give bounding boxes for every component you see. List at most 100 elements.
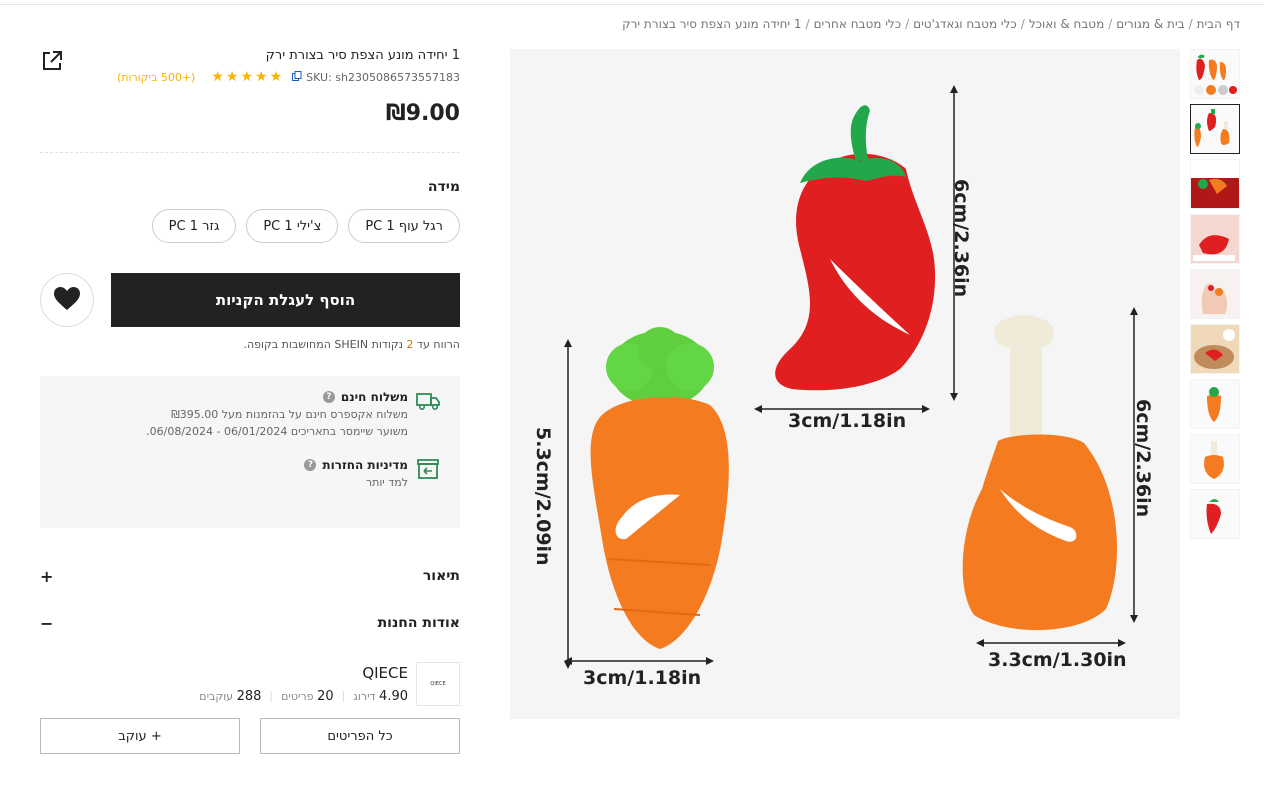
store-followers: 288 עוקבים	[199, 689, 261, 704]
store-followers-value: 288	[236, 689, 262, 704]
store-name[interactable]: QIECE	[362, 664, 408, 682]
breadcrumb: דף הבית / בית & מגורים / מטבח & ואוכל / כלי…	[622, 17, 1240, 31]
chili-product	[775, 105, 936, 391]
wishlist-button[interactable]	[40, 273, 94, 327]
learn-more-link[interactable]: למד יותר	[304, 476, 408, 489]
store-card: QIECE QIECE 4.90 דירוג | 20 פריטים | 288…	[40, 662, 460, 708]
points-suffix: נקודות SHEIN המחושבות בקופה.	[243, 338, 404, 351]
store-items: 20 פריטים	[281, 689, 333, 704]
follow-button[interactable]: + עוקב	[40, 718, 240, 754]
store-items-label: פריטים	[281, 690, 314, 703]
accordion-description[interactable]: תיאור +	[40, 564, 460, 588]
all-items-button[interactable]: כל הפריטים	[260, 718, 460, 754]
thumbnail-8[interactable]	[1190, 434, 1240, 484]
drumstick-width-label: 3.3cm/1.30in	[988, 649, 1127, 671]
sku: SKU: sh2305086573557183	[292, 70, 460, 84]
breadcrumb-separator: /	[1020, 17, 1025, 31]
sku-text: SKU: sh2305086573557183	[306, 70, 460, 84]
accordion-description-label: תיאור	[422, 568, 460, 584]
thumbnail-4[interactable]	[1190, 214, 1240, 264]
store-followers-label: עוקבים	[199, 690, 234, 703]
product-title: 1 יחידה מונע הצפת סיר בצורת ירק	[265, 48, 460, 63]
main-product-image[interactable]: 6cm/2.36in 3cm/1.18in 5.3cm/2.09in 3cm/1…	[510, 49, 1180, 719]
accordion-about-store[interactable]: אודות החנות −	[40, 611, 460, 635]
star-icon: ★	[225, 69, 239, 85]
header-divider	[0, 4, 1264, 5]
return-policy-title: מדיניות החזרות ?	[304, 458, 408, 472]
size-option-chicken-leg[interactable]: רגל עוף 1 PC	[348, 209, 460, 243]
free-shipping: משלוח חינם ? משלוח אקספרס חינם על בהזמנו…	[146, 390, 440, 438]
free-shipping-threshold: משלוח אקספרס חינם על בהזמנות מעל ₪395.00	[171, 408, 408, 421]
store-actions: כל הפריטים + עוקב	[40, 718, 460, 754]
estimated-delivery: משוער שיימסר בתאריכים 06/01/2024 - 06/08…	[146, 425, 408, 438]
shein-points: הרווח עד 2 נקודות SHEIN המחושבות בקופה.	[243, 338, 460, 351]
breadcrumb-separator: /	[1108, 17, 1113, 31]
star-icon: ★	[269, 69, 283, 85]
return-policy: מדיניות החזרות ? למד יותר	[304, 458, 440, 489]
breadcrumb-separator: /	[805, 17, 810, 31]
stats-divider: |	[341, 689, 346, 702]
product-price: ₪9.00	[385, 101, 460, 126]
reviews-link[interactable]: (+500 ביקורות)	[117, 71, 195, 84]
chili-width-label: 3cm/1.18in	[788, 410, 907, 432]
truck-icon	[416, 390, 440, 412]
cart-actions: הוסף לעגלת הקניות	[40, 273, 460, 329]
star-icon: ★	[240, 69, 254, 85]
thumbnail-2[interactable]	[1190, 104, 1240, 154]
share-icon[interactable]	[40, 49, 64, 73]
product-info-panel: 1 יחידה מונע הצפת סיר בצורת ירק SKU: sh2…	[40, 44, 460, 754]
shipping-info-box: משלוח חינם ? משלוח אקספרס חינם על בהזמנו…	[40, 376, 460, 528]
store-logo[interactable]: QIECE	[416, 662, 460, 706]
breadcrumb-kitchen-gadgets[interactable]: כלי מטבח וגאדג'טים	[913, 17, 1017, 31]
thumbnail-1[interactable]	[1190, 49, 1240, 99]
size-label: מידה	[427, 179, 460, 195]
store-items-value: 20	[317, 689, 334, 704]
star-icon: ★	[255, 69, 268, 85]
breadcrumb-separator: /	[1188, 17, 1193, 31]
size-option-chili[interactable]: צ'ילי 1 PC	[246, 209, 339, 243]
thumbnail-strip	[1190, 49, 1240, 539]
store-rating-label: דירוג	[353, 690, 376, 703]
drumstick-height-label: 6cm/2.36in	[1132, 399, 1154, 518]
help-icon[interactable]: ?	[304, 459, 317, 471]
chili-height-label: 6cm/2.36in	[950, 179, 972, 298]
product-meta: SKU: sh2305086573557183 ★ ★ ★ ★ ★ (+500 ביקו…	[40, 69, 460, 85]
help-icon[interactable]: ?	[322, 391, 335, 403]
thumbnail-6[interactable]	[1190, 324, 1240, 374]
thumbnail-3[interactable]	[1190, 159, 1240, 209]
points-prefix: הרווח עד	[417, 338, 460, 351]
collapse-icon: −	[40, 613, 54, 633]
breadcrumb-other-kitchen-tools[interactable]: כלי מטבח אחרים	[814, 17, 901, 31]
carrot-height-label: 5.3cm/2.09in	[532, 427, 554, 566]
accordion-about-store-label: אודות החנות	[377, 615, 460, 631]
store-stats: 4.90 דירוג | 20 פריטים | 288 עוקבים	[199, 689, 408, 704]
free-shipping-title-text: משלוח חינם	[340, 390, 408, 404]
breadcrumb-kitchen[interactable]: מטבח & ואוכל	[1029, 17, 1104, 31]
vegetable-products-illustration	[564, 85, 1138, 669]
breadcrumb-current: 1 יחידה מונע הצפת סיר בצורת ירק	[622, 17, 802, 31]
return-policy-title-text: מדיניות החזרות	[322, 458, 408, 472]
rating-stars[interactable]: ★ ★ ★ ★ ★	[211, 69, 282, 85]
store-rating-value: 4.90	[379, 689, 408, 704]
thumbnail-9[interactable]	[1190, 489, 1240, 539]
add-to-cart-button[interactable]: הוסף לעגלת הקניות	[111, 273, 460, 327]
drumstick-product	[962, 315, 1117, 631]
store-rating: 4.90 דירוג	[353, 689, 408, 704]
breadcrumb-home[interactable]: דף הבית	[1197, 17, 1240, 31]
points-value: 2	[406, 338, 414, 351]
thumbnail-7[interactable]	[1190, 379, 1240, 429]
stats-divider: |	[269, 689, 274, 702]
carrot-width-label: 3cm/1.18in	[583, 667, 702, 689]
breadcrumb-home-living[interactable]: בית & מגורים	[1116, 17, 1184, 31]
carrot-product	[590, 327, 729, 649]
star-icon: ★	[211, 69, 224, 85]
size-options: רגל עוף 1 PC צ'ילי 1 PC גזר 1 PC	[40, 209, 460, 243]
size-option-carrot[interactable]: גזר 1 PC	[151, 209, 237, 243]
heart-icon	[53, 286, 81, 315]
return-box-icon	[416, 458, 440, 480]
expand-icon: +	[40, 566, 54, 586]
copy-icon[interactable]	[292, 70, 302, 84]
free-shipping-title: משלוח חינם ?	[146, 390, 408, 404]
thumbnail-5[interactable]	[1190, 269, 1240, 319]
breadcrumb-separator: /	[905, 17, 910, 31]
